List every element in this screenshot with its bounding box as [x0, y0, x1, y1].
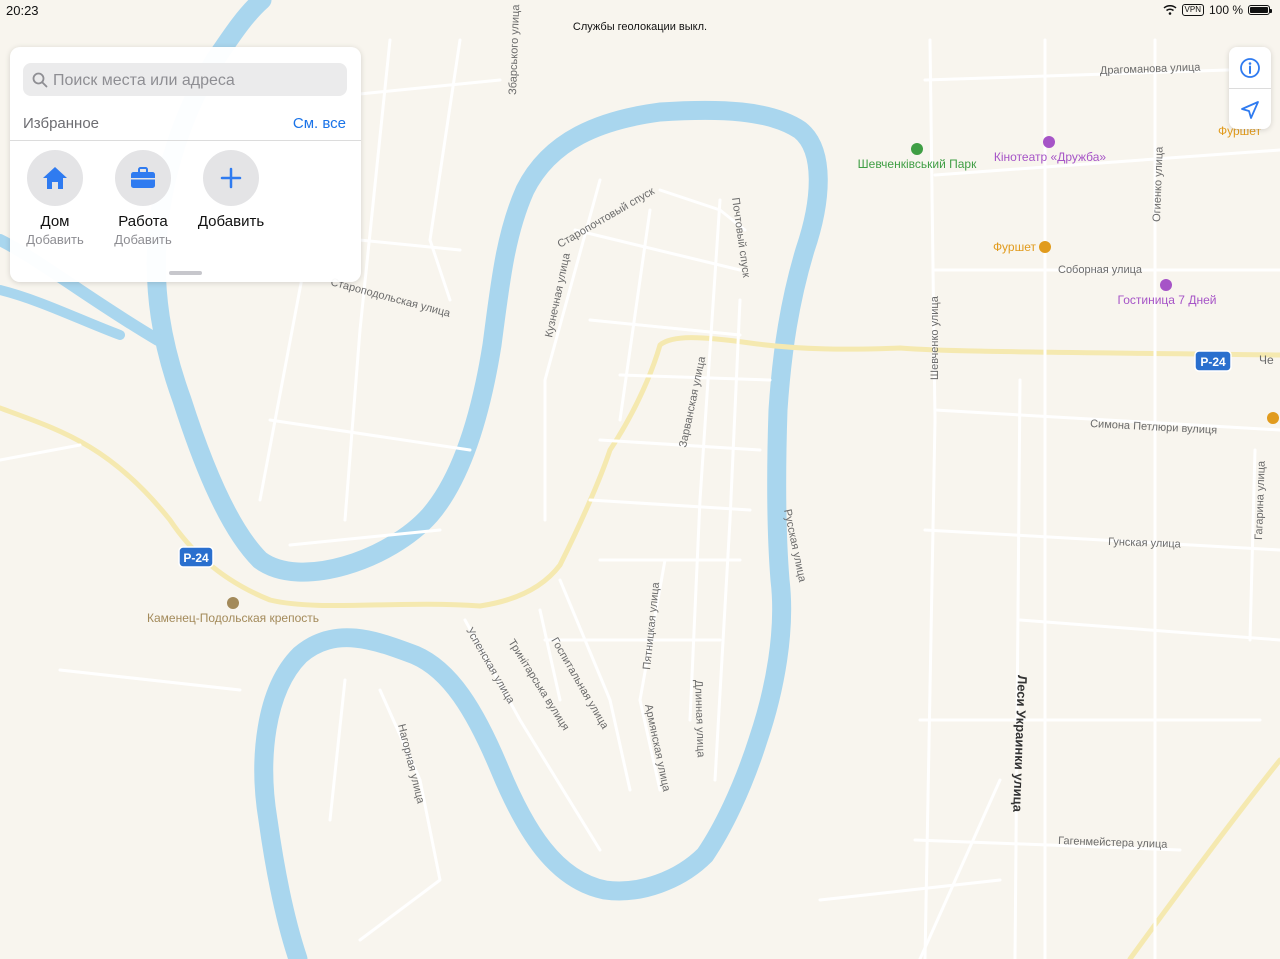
favorite-label: Работа — [118, 213, 168, 230]
favorite-home-circle[interactable] — [27, 150, 83, 206]
favorite-add[interactable]: Добавить — [191, 150, 271, 232]
poi-label: Гостиница 7 Дней — [1118, 293, 1217, 307]
status-indicators: VPN 100 % — [1163, 3, 1272, 17]
poi-label: Шевченківський Парк — [858, 157, 977, 171]
cinema-icon — [1043, 136, 1055, 148]
favorite-add-circle[interactable] — [203, 150, 259, 206]
favorite-label: Дом — [40, 213, 70, 230]
search-icon — [32, 72, 48, 88]
search-input[interactable] — [51, 63, 345, 98]
favorites-title: Избранное — [23, 115, 100, 132]
briefcase-icon — [131, 167, 155, 188]
info-icon — [1240, 58, 1260, 78]
vpn-badge: VPN — [1181, 4, 1204, 16]
favorite-home[interactable]: Дом Добавить — [15, 150, 95, 247]
route-shield: Р-24 — [1194, 350, 1232, 372]
locate-button[interactable] — [1229, 89, 1271, 130]
street-label: Гунская улица — [1108, 536, 1182, 551]
favorite-work-circle[interactable] — [115, 150, 171, 206]
battery-percent: 100 % — [1208, 3, 1243, 17]
route-shield: Р-24 — [178, 546, 214, 568]
search-panel: Избранное См. все Дом Добавить Работа До… — [10, 47, 361, 282]
see-all-link[interactable]: См. все — [293, 115, 346, 132]
street-label: Шевченко улица — [929, 295, 941, 380]
favorite-sublabel: Добавить — [26, 232, 84, 247]
status-time: 20:23 — [6, 3, 39, 18]
poi-edge-icon — [1267, 412, 1279, 424]
park-icon — [911, 143, 923, 155]
home-icon — [43, 167, 67, 189]
street-label: Соборная улица — [1058, 264, 1143, 276]
favorite-work[interactable]: Работа Добавить — [103, 150, 183, 247]
poi-label: Фуршет — [993, 240, 1037, 254]
shield-label: Р-24 — [183, 551, 209, 565]
divider — [10, 140, 361, 141]
location-arrow-icon — [1241, 101, 1259, 119]
map-controls — [1229, 47, 1271, 129]
edge-label: Че — [1259, 353, 1274, 367]
shop-icon — [1039, 241, 1051, 253]
panel-drag-handle[interactable] — [169, 271, 202, 275]
poi-label: Кінотеатр «Дружба» — [994, 150, 1107, 164]
battery-icon — [1248, 5, 1272, 15]
search-bar[interactable] — [23, 63, 347, 98]
location-services-notice: Службы геолокации выкл. — [572, 21, 708, 33]
info-button[interactable] — [1229, 47, 1271, 88]
favorite-sublabel: Добавить — [114, 232, 172, 247]
castle-icon — [227, 597, 239, 609]
status-bar: 20:23 Службы геолокации выкл. VPN 100 % — [0, 0, 1280, 33]
plus-icon — [220, 167, 242, 189]
hotel-icon — [1160, 279, 1172, 291]
favorite-label: Добавить — [197, 213, 265, 230]
poi-label: Каменец-Подольская крепость — [147, 611, 319, 625]
shield-label: Р-24 — [1200, 355, 1226, 369]
wifi-icon — [1163, 5, 1177, 15]
